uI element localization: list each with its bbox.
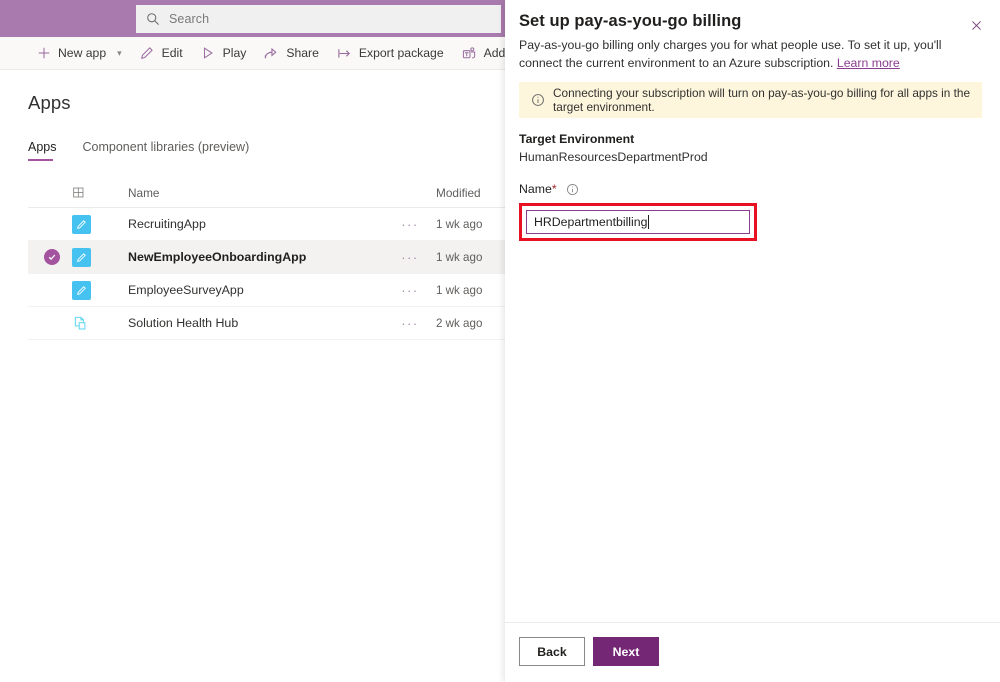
canvas-app-icon (72, 281, 91, 300)
checkmark-icon[interactable] (44, 249, 60, 265)
row-name: EmployeeSurveyApp (105, 283, 384, 297)
required-marker: * (552, 182, 557, 196)
canvas-app-icon (72, 215, 91, 234)
app-header-bar: Search (0, 0, 510, 37)
tab-label: Apps (28, 140, 57, 154)
header-name[interactable]: Name (105, 186, 384, 200)
row-select-cell[interactable] (28, 249, 72, 265)
apps-list: Name Modified RecruitingApp (28, 178, 510, 340)
command-label: Play (223, 46, 247, 60)
row-modified: 1 wk ago (436, 218, 510, 231)
info-banner: Connecting your subscription will turn o… (519, 82, 982, 118)
header-icon-column (72, 186, 105, 199)
name-label-text: Name (519, 182, 552, 196)
command-share[interactable]: Share (255, 37, 328, 69)
target-environment-value: HumanResourcesDepartmentProd (519, 150, 986, 164)
share-icon (264, 46, 279, 61)
powerapps-maker-portal: Search New app ▾ Edit (0, 0, 510, 682)
name-input[interactable]: HRDepartmentbilling (526, 210, 750, 234)
learn-more-link[interactable]: Learn more (837, 56, 900, 70)
row-modified: 1 wk ago (436, 284, 510, 297)
row-icon-cell (72, 314, 105, 333)
row-icon-cell (72, 248, 105, 267)
command-label: Share (286, 46, 319, 60)
command-label: Edit (162, 46, 183, 60)
table-row[interactable]: EmployeeSurveyApp ··· 1 wk ago (28, 274, 510, 307)
row-icon-cell (72, 281, 105, 300)
command-export-package[interactable]: Export package (328, 37, 453, 69)
canvas-app-icon (72, 248, 91, 267)
command-label: New app (58, 46, 106, 60)
command-new-app[interactable]: New app ▾ (27, 37, 131, 69)
plus-icon (36, 46, 51, 61)
close-icon[interactable] (965, 14, 987, 36)
row-overflow-button[interactable]: ··· (384, 283, 436, 298)
tab-apps[interactable]: Apps (28, 140, 57, 161)
apps-page: Apps Apps Component libraries (preview) (0, 92, 510, 340)
page-title: Apps (28, 92, 510, 114)
document-copy-icon (72, 314, 91, 333)
annotation-highlight-box: HRDepartmentbilling (519, 203, 757, 241)
name-field-label: Name* (519, 182, 557, 196)
table-row[interactable]: RecruitingApp ··· 1 wk ago (28, 208, 510, 241)
command-play[interactable]: Play (192, 37, 256, 69)
tab-label: Component libraries (preview) (83, 140, 250, 154)
info-circle-icon[interactable] (566, 183, 579, 196)
chevron-down-icon: ▾ (117, 49, 122, 58)
command-add-to-teams[interactable]: Add to Teams (453, 37, 510, 69)
info-banner-text: Connecting your subscription will turn o… (553, 86, 972, 114)
panel-title: Set up pay-as-you-go billing (519, 12, 982, 31)
row-name: Solution Health Hub (105, 316, 384, 330)
name-input-value: HRDepartmentbilling (534, 215, 647, 229)
screen-root: Search New app ▾ Edit (0, 0, 1000, 682)
row-modified: 2 wk ago (436, 317, 510, 330)
name-field-label-row: Name* (519, 182, 986, 196)
command-edit[interactable]: Edit (131, 37, 192, 69)
apps-list-header: Name Modified (28, 178, 510, 208)
row-modified: 1 wk ago (436, 251, 510, 264)
info-circle-icon (531, 93, 545, 107)
teams-icon (462, 46, 477, 61)
pay-as-you-go-panel: Set up pay-as-you-go billing Pay-as-you-… (505, 0, 1000, 682)
grid-columns-icon[interactable] (72, 186, 85, 199)
tab-component-libraries[interactable]: Component libraries (preview) (83, 140, 250, 161)
next-button[interactable]: Next (593, 637, 659, 666)
command-label: Export package (359, 46, 444, 60)
target-environment-label: Target Environment (519, 132, 986, 146)
row-overflow-button[interactable]: ··· (384, 316, 436, 331)
page-tabs: Apps Component libraries (preview) (28, 135, 510, 161)
row-name: RecruitingApp (105, 217, 384, 231)
search-input[interactable]: Search (136, 5, 501, 33)
panel-description-block: Pay-as-you-go billing only charges you f… (519, 37, 974, 72)
header-modified[interactable]: Modified (436, 186, 510, 200)
panel-body: Target Environment HumanResourcesDepartm… (505, 118, 1000, 622)
export-arrow-icon (337, 46, 352, 61)
pencil-icon (140, 46, 155, 61)
row-icon-cell (72, 215, 105, 234)
back-button[interactable]: Back (519, 637, 585, 666)
row-overflow-button[interactable]: ··· (384, 217, 436, 232)
table-row[interactable]: NewEmployeeOnboardingApp ··· 1 wk ago (28, 241, 510, 274)
panel-header: Set up pay-as-you-go billing Pay-as-you-… (505, 0, 1000, 118)
row-overflow-button[interactable]: ··· (384, 250, 436, 265)
search-placeholder-text: Search (169, 12, 209, 26)
row-name: NewEmployeeOnboardingApp (105, 250, 384, 264)
text-caret (648, 215, 649, 229)
command-bar: New app ▾ Edit Play (0, 37, 510, 70)
play-triangle-icon (201, 46, 216, 61)
search-icon (146, 12, 160, 26)
panel-footer: Back Next (505, 622, 1000, 682)
table-row[interactable]: Solution Health Hub ··· 2 wk ago (28, 307, 510, 340)
